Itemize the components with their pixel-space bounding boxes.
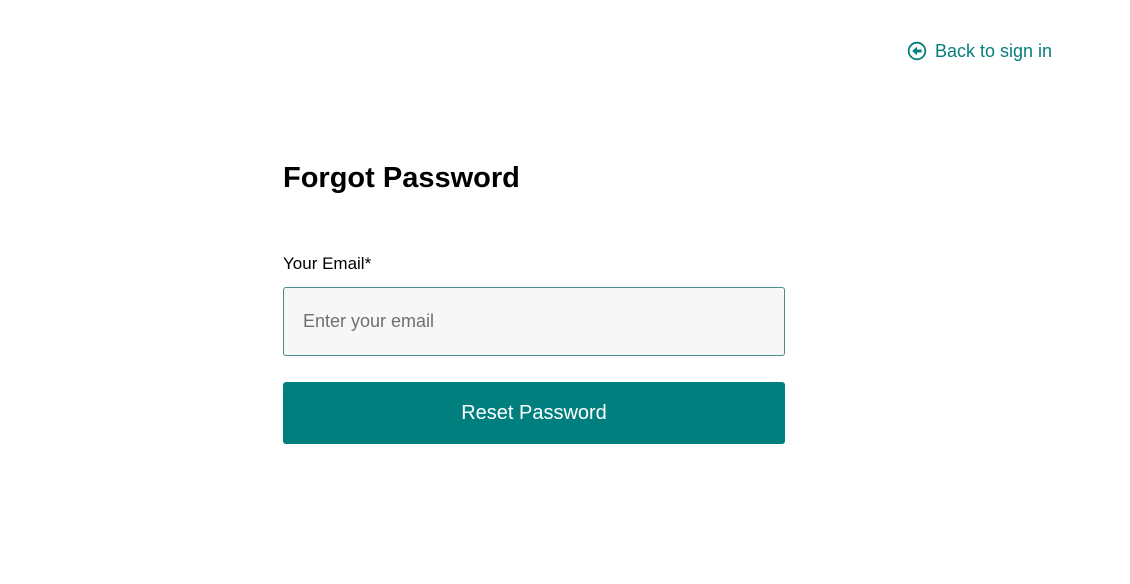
- back-to-sign-in-label: Back to sign in: [935, 41, 1053, 61]
- back-to-sign-in-link[interactable]: Back to sign in: [907, 40, 1052, 62]
- email-input[interactable]: [283, 287, 785, 356]
- arrow-left-circle-icon: [907, 41, 927, 61]
- email-field-label: Your Email*: [283, 254, 372, 273]
- forgot-password-form: Forgot Password Your Email* Reset Passwo…: [283, 160, 785, 444]
- reset-password-button[interactable]: Reset Password: [283, 382, 785, 444]
- page-title: Forgot Password: [283, 162, 520, 194]
